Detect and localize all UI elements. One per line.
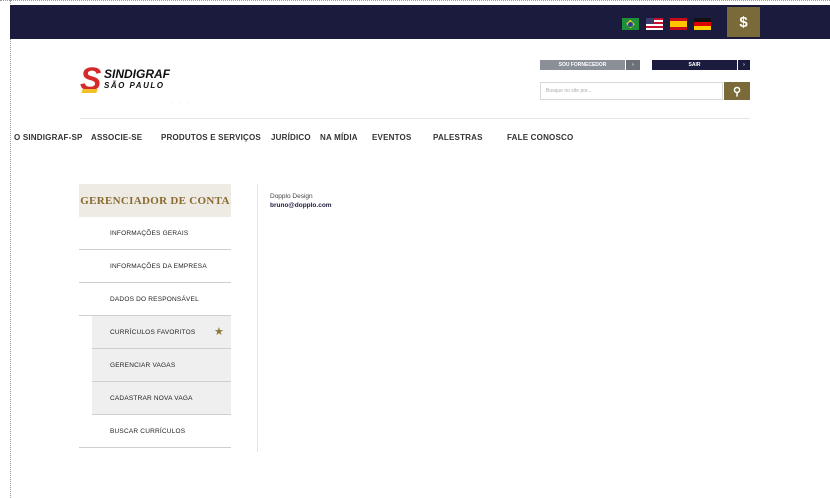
company-name: Dopplo Design xyxy=(270,193,313,200)
sidebar-item-gerenciar-vagas[interactable]: GERENCIAR VAGAS xyxy=(92,349,231,382)
spain-flag-icon[interactable] xyxy=(670,18,687,30)
nav-item-fale-conosco[interactable]: FALE CONOSCO xyxy=(507,133,587,142)
sidebar-item-curriculos-favoritos[interactable]: CURRÍCULOS FAVORITOS ★ xyxy=(92,316,231,349)
search-input[interactable] xyxy=(540,82,723,100)
germany-flag-icon[interactable] xyxy=(694,18,711,30)
account-sidebar: GERENCIADOR DE CONTA INFORMAÇÕES GERAIS … xyxy=(79,184,231,448)
content-divider xyxy=(257,184,258,452)
sidebar-item-dados-responsavel[interactable]: DADOS DO RESPONSÁVEL xyxy=(79,283,231,316)
sindigraf-logo[interactable]: S SINDIGRAF SÃO PAULO xyxy=(80,62,180,98)
sidebar-item-buscar-curriculos[interactable]: BUSCAR CURRÍCULOS xyxy=(79,415,231,448)
star-icon: ★ xyxy=(213,326,224,338)
nav-item-juridico[interactable]: JURÍDICO xyxy=(271,133,320,142)
chevron-right-icon: › xyxy=(626,60,640,70)
main-nav: O SINDIGRAF-SP ASSOCIE-SE PRODUTOS E SER… xyxy=(14,130,587,144)
chevron-right-icon: › xyxy=(738,60,750,70)
nav-item-sindigraf[interactable]: O SINDIGRAF-SP xyxy=(14,133,91,142)
logo-subtitle: SÃO PAULO xyxy=(104,81,165,90)
account-email[interactable]: bruno@dopplo.com xyxy=(270,202,332,209)
logo-mark-icon: S xyxy=(80,61,102,97)
logout-button[interactable]: SAIR › xyxy=(652,60,750,70)
sidebar-title: GERENCIADOR DE CONTA xyxy=(79,184,231,217)
top-bar: $ xyxy=(10,5,830,39)
fornecedor-button[interactable]: SOU FORNECEDOR › xyxy=(540,60,640,70)
search-button[interactable]: ⚲ xyxy=(724,82,750,100)
search-icon: ⚲ xyxy=(732,85,742,98)
fornecedor-label: SOU FORNECEDOR xyxy=(540,60,625,70)
logout-label: SAIR xyxy=(652,60,737,70)
header-divider xyxy=(80,118,750,119)
frame-border-top xyxy=(0,0,830,1)
sidebar-item-informacoes-empresa[interactable]: INFORMAÇÕES DA EMPRESA xyxy=(79,250,231,283)
currency-icon[interactable]: $ xyxy=(727,7,760,37)
decorative-dots: ··· xyxy=(172,100,196,106)
sidebar-item-label: CURRÍCULOS FAVORITOS xyxy=(110,328,196,336)
usa-flag-icon[interactable] xyxy=(646,18,663,30)
brazil-flag-icon[interactable] xyxy=(622,18,639,30)
nav-item-palestras[interactable]: PALESTRAS xyxy=(433,133,507,142)
nav-item-eventos[interactable]: EVENTOS xyxy=(372,133,433,142)
sidebar-item-informacoes-gerais[interactable]: INFORMAÇÕES GERAIS xyxy=(79,217,231,250)
nav-item-na-midia[interactable]: NA MÍDIA xyxy=(320,133,372,142)
nav-item-associe-se[interactable]: ASSOCIE-SE xyxy=(91,133,161,142)
frame-border-left xyxy=(10,0,11,498)
account-info: Dopplo Design bruno@dopplo.com xyxy=(270,193,332,209)
nav-item-produtos-servicos[interactable]: PRODUTOS E SERVIÇOS xyxy=(161,133,271,142)
logo-name: SINDIGRAF xyxy=(104,67,170,81)
sidebar-item-cadastrar-vaga[interactable]: CADASTRAR NOVA VAGA xyxy=(92,382,231,415)
